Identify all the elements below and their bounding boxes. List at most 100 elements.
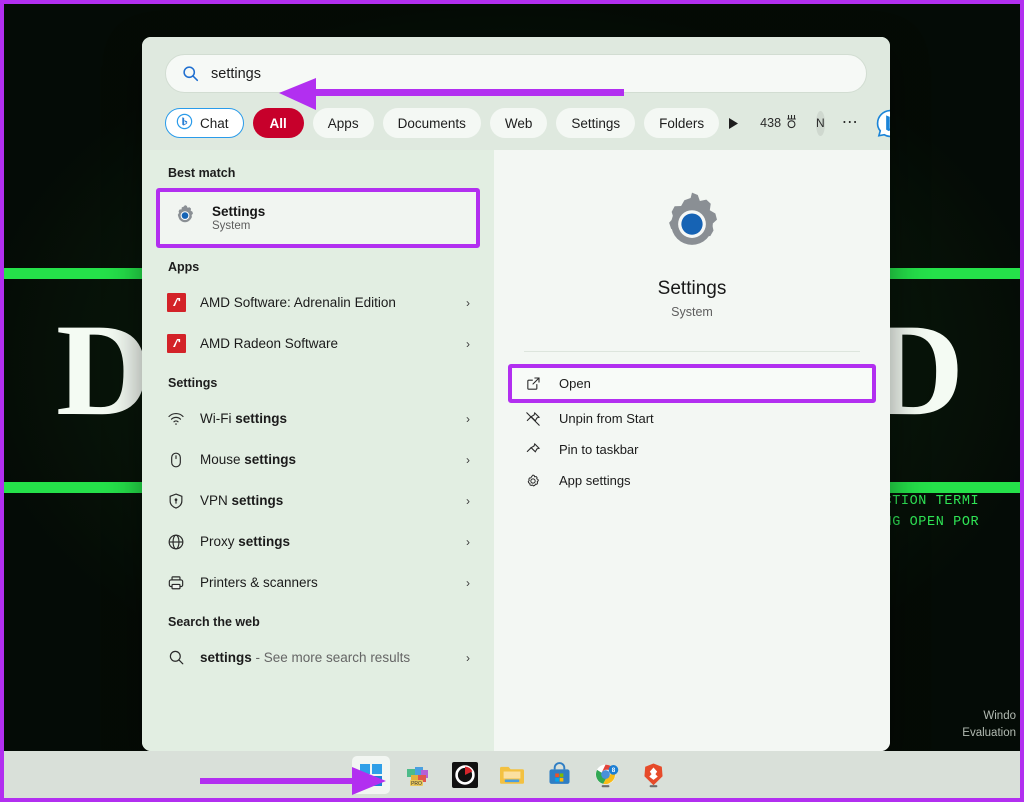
brave-lion-icon: [643, 763, 663, 788]
action-pin-to-taskbar[interactable]: Pin to taskbar: [512, 434, 872, 465]
search-input-value: settings: [211, 65, 261, 82]
app-preview: Settings System: [494, 150, 890, 319]
result-amd-adrenalin-label: AMD Software: Adrenalin Edition: [200, 295, 396, 310]
result-printers-scanners-label: Printers & scanners: [200, 575, 318, 590]
start-button[interactable]: [352, 755, 390, 794]
result-wifi-settings-label: Wi-Fi settings: [200, 411, 287, 426]
result-amd-adrenalin[interactable]: AMD Software: Adrenalin Edition ›: [154, 282, 482, 323]
result-printers-scanners[interactable]: Printers & scanners ›: [154, 562, 482, 603]
search-web-header: Search the web: [168, 615, 260, 629]
chevron-right-icon: ›: [466, 650, 470, 665]
tab-folders[interactable]: Folders: [644, 108, 720, 138]
microsoft-store[interactable]: [540, 756, 578, 794]
result-mouse-settings-label: Mouse settings: [200, 452, 297, 467]
svg-text:8: 8: [611, 767, 615, 774]
chevron-right-icon: ›: [466, 336, 470, 351]
wifi-icon: [166, 410, 186, 428]
preview-subtitle: System: [671, 305, 713, 319]
tab-web[interactable]: Web: [489, 108, 548, 138]
chrome-browser[interactable]: 8: [587, 756, 625, 794]
chevron-right-icon: ›: [466, 493, 470, 508]
action-app-settings-label: App settings: [559, 473, 631, 488]
tab-all-label: All: [269, 115, 287, 131]
colorful-app-icon: PRO: [407, 766, 428, 787]
preview-title: Settings: [657, 278, 727, 299]
result-mouse-settings[interactable]: Mouse settings ›: [154, 439, 482, 480]
tab-web-label: Web: [504, 115, 533, 131]
rewards-medal-icon: [785, 114, 798, 132]
action-open-label: Open: [559, 376, 591, 391]
chevron-right-icon: ›: [466, 295, 470, 310]
settings-gear-icon: [172, 203, 198, 234]
gear-icon: [524, 473, 542, 489]
result-wifi-settings[interactable]: Wi-Fi settings ›: [154, 398, 482, 439]
amd-icon: [166, 334, 186, 353]
action-open[interactable]: Open: [512, 368, 872, 399]
search-top-area: settings: [142, 37, 890, 103]
action-pin-label: Pin to taskbar: [559, 442, 639, 457]
best-match-highlight: Settings System: [156, 188, 480, 248]
chevron-right-icon: ›: [466, 534, 470, 549]
search-icon: [166, 649, 186, 666]
tab-apps-label: Apps: [327, 115, 359, 131]
best-match-header: Best match: [168, 166, 236, 180]
ellipsis-icon[interactable]: ⋯: [842, 114, 859, 131]
globe-icon: [166, 533, 186, 551]
tab-documents[interactable]: Documents: [382, 108, 481, 138]
open-external-icon: [524, 376, 542, 391]
result-proxy-settings-label: Proxy settings: [200, 534, 291, 549]
amd-icon: [166, 293, 186, 312]
settings-gear-icon: [494, 188, 890, 262]
taskbar: PRO 8: [4, 751, 1020, 798]
best-match-title: Settings: [212, 204, 266, 219]
tab-chat[interactable]: Chat: [165, 108, 244, 138]
user-avatar[interactable]: N: [816, 110, 825, 136]
tab-settings[interactable]: Settings: [556, 108, 636, 138]
result-web-settings[interactable]: settings - See more search results ›: [154, 637, 482, 678]
search-results-list: Best match Settings System Apps AMD Soft…: [142, 150, 494, 751]
watermark-line-1: Windo: [983, 709, 1016, 722]
tab-apps[interactable]: Apps: [312, 108, 374, 138]
result-amd-radeon-label: AMD Radeon Software: [200, 336, 339, 351]
bing-icon[interactable]: [876, 109, 890, 138]
vpn-shield-icon: [166, 492, 186, 510]
mouse-icon: [166, 451, 186, 469]
settings-header: Settings: [168, 376, 218, 390]
folder-icon: [500, 766, 524, 784]
screenshot-frame: D D CONNECTION TERMI CLOSING OPEN POR Wi…: [0, 0, 1024, 802]
windows-evaluation-watermark: Windo Evaluation: [962, 708, 1016, 743]
rewards-indicator[interactable]: 438: [760, 114, 798, 132]
result-web-settings-label: settings - See more search results: [200, 650, 411, 665]
chrome-icon: 8: [595, 764, 618, 788]
action-unpin-from-start[interactable]: Unpin from Start: [512, 403, 872, 434]
taskbar-app-colorful[interactable]: PRO: [399, 756, 437, 794]
store-bag-icon: [548, 761, 570, 784]
search-preview-pane: Settings System Open Unpin from Start Pi…: [494, 150, 890, 751]
chevron-right-icon: ›: [466, 411, 470, 426]
windows-search-panel: settings Chat All Apps Documents Web Set…: [142, 37, 890, 751]
chevron-right-icon: ›: [466, 575, 470, 590]
result-proxy-settings[interactable]: Proxy settings ›: [154, 521, 482, 562]
taskbar-app-dark[interactable]: [446, 756, 484, 794]
apps-header: Apps: [168, 260, 200, 274]
brave-browser[interactable]: [634, 756, 672, 794]
action-unpin-label: Unpin from Start: [559, 411, 654, 426]
result-best-match-settings[interactable]: Settings System: [160, 192, 476, 244]
best-match-subtitle: System: [212, 220, 251, 232]
chevron-right-icon: ›: [466, 452, 470, 467]
avatar-initial: N: [816, 116, 825, 130]
tab-chat-label: Chat: [200, 115, 229, 131]
search-input[interactable]: settings: [165, 54, 867, 93]
result-amd-radeon[interactable]: AMD Radeon Software ›: [154, 323, 482, 364]
file-explorer[interactable]: [493, 756, 531, 794]
bing-chat-icon: [176, 113, 193, 133]
best-match-texts: Settings System: [212, 204, 265, 232]
action-app-settings[interactable]: App settings: [512, 465, 872, 496]
tab-all[interactable]: All: [252, 108, 304, 138]
watermark-line-2: Evaluation: [962, 726, 1016, 739]
play-triangle-icon[interactable]: [728, 110, 739, 136]
result-vpn-settings[interactable]: VPN settings ›: [154, 480, 482, 521]
tab-folders-label: Folders: [659, 115, 705, 131]
wallpaper-letter-left: D: [56, 296, 156, 443]
search-icon: [182, 65, 199, 82]
